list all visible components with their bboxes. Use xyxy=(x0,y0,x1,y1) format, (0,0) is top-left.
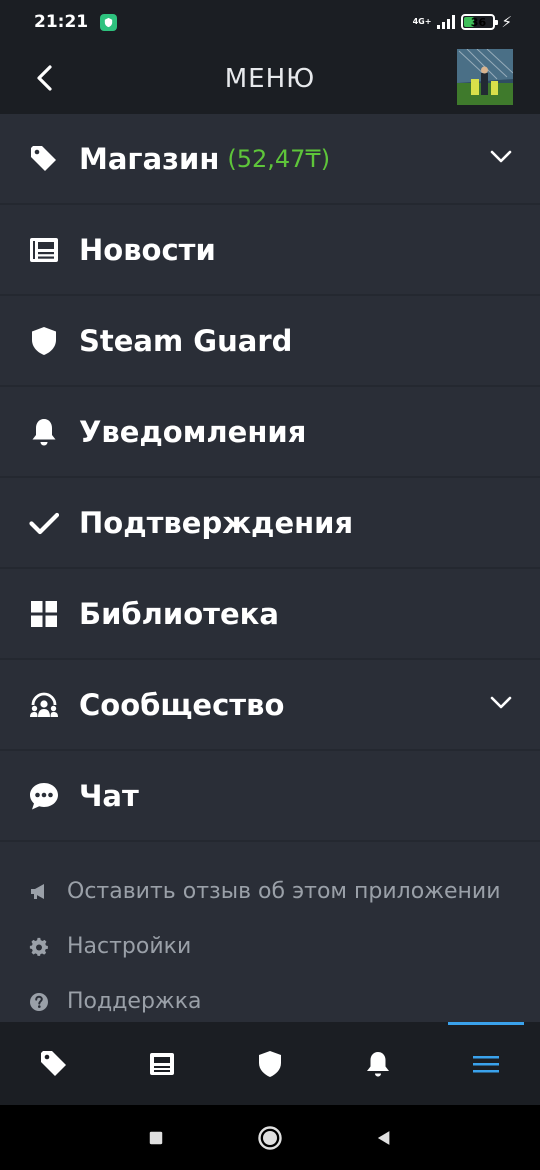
menu-item-notifications[interactable]: Уведомления xyxy=(0,387,540,478)
tab-steam-guard[interactable] xyxy=(216,1022,324,1105)
menu-item-label: Новости xyxy=(79,232,216,267)
feedback-link[interactable]: Оставить отзыв об этом приложении xyxy=(0,864,540,919)
app-header: МЕНЮ xyxy=(0,44,540,114)
tab-menu[interactable] xyxy=(432,1022,540,1105)
menu-item-news[interactable]: Новости xyxy=(0,205,540,296)
tab-notifications[interactable] xyxy=(324,1022,432,1105)
secondary-link-label: Поддержка xyxy=(67,989,202,1014)
menu-item-label: Чат xyxy=(79,778,139,813)
tag-icon xyxy=(41,1050,66,1076)
back-arrow-icon xyxy=(37,65,52,91)
back-triangle-icon xyxy=(377,1130,390,1145)
news-icon xyxy=(29,235,59,265)
wallet-balance: (52,47₸) xyxy=(227,144,331,173)
secondary-link-label: Оставить отзыв об этом приложении xyxy=(67,879,501,904)
signal-icon xyxy=(437,15,456,29)
tag-icon xyxy=(29,144,59,174)
main-menu: Магазин (52,47₸) Новости Steam Guard Уве… xyxy=(0,114,540,1022)
secondary-links: Оставить отзыв об этом приложении Настро… xyxy=(0,842,540,1029)
bell-icon xyxy=(29,417,59,447)
checkmark-icon xyxy=(29,508,59,538)
menu-item-community[interactable]: Сообщество xyxy=(0,660,540,751)
support-link[interactable]: Поддержка xyxy=(0,974,540,1029)
menu-item-label: Магазин xyxy=(79,141,220,176)
home-button[interactable] xyxy=(257,1125,283,1151)
menu-item-store[interactable]: Магазин (52,47₸) xyxy=(0,114,540,205)
menu-item-confirmations[interactable]: Подтверждения xyxy=(0,478,540,569)
menu-item-label: Сообщество xyxy=(79,687,285,722)
back-nav-button[interactable] xyxy=(371,1125,397,1151)
status-bar: 21:21 4G+ 36 ⚡ xyxy=(0,0,540,44)
settings-link[interactable]: Настройки xyxy=(0,919,540,974)
menu-item-steam-guard[interactable]: Steam Guard xyxy=(0,296,540,387)
news-icon xyxy=(150,1052,174,1075)
tab-store[interactable] xyxy=(0,1022,108,1105)
hamburger-menu-icon xyxy=(473,1055,499,1072)
system-nav-bar xyxy=(0,1105,540,1170)
tab-news[interactable] xyxy=(108,1022,216,1105)
menu-item-label: Steam Guard xyxy=(79,323,293,358)
community-icon xyxy=(29,690,59,720)
menu-item-label: Уведомления xyxy=(79,414,307,449)
bell-icon xyxy=(367,1051,389,1076)
charging-icon: ⚡ xyxy=(501,13,512,31)
page-title: МЕНЮ xyxy=(224,64,316,94)
megaphone-icon xyxy=(29,882,49,902)
vpn-app-icon xyxy=(100,13,118,31)
chat-icon xyxy=(29,781,59,811)
back-button[interactable] xyxy=(26,60,62,96)
battery-level: 36 xyxy=(470,15,487,29)
home-icon xyxy=(258,1125,282,1150)
gear-icon xyxy=(29,937,49,957)
shield-icon xyxy=(29,326,59,356)
recents-button[interactable] xyxy=(143,1125,169,1151)
bottom-tab-bar xyxy=(0,1022,540,1105)
chevron-down-icon[interactable] xyxy=(488,690,514,716)
battery-icon: 36 xyxy=(461,14,499,30)
network-type: 4G+ xyxy=(412,17,432,26)
menu-item-label: Библиотека xyxy=(79,596,279,631)
menu-item-label: Подтверждения xyxy=(79,505,354,540)
status-time: 21:21 xyxy=(34,12,89,32)
menu-item-chat[interactable]: Чат xyxy=(0,751,540,842)
avatar[interactable] xyxy=(457,49,513,105)
chevron-down-icon[interactable] xyxy=(488,144,514,170)
menu-item-library[interactable]: Библиотека xyxy=(0,569,540,660)
help-icon xyxy=(29,992,49,1012)
shield-icon xyxy=(259,1050,281,1077)
grid-icon xyxy=(29,599,59,629)
recents-icon xyxy=(149,1131,163,1144)
secondary-link-label: Настройки xyxy=(67,934,192,959)
active-tab-indicator xyxy=(448,1022,524,1025)
